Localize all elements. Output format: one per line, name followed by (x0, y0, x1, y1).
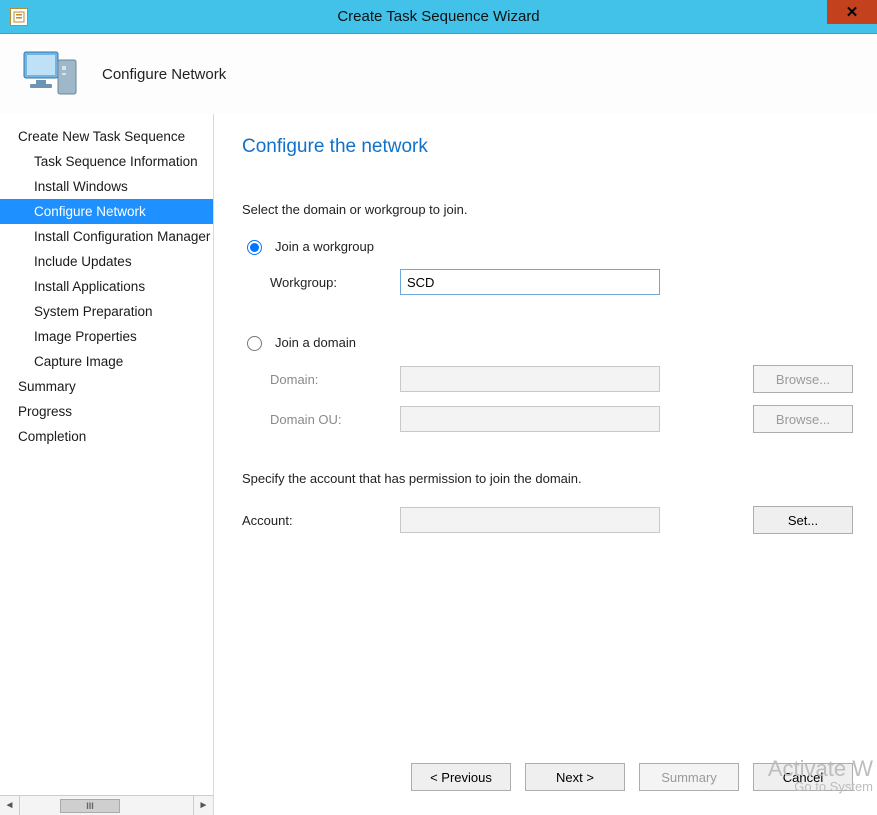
wizard-icon (22, 48, 80, 100)
domain-input (400, 366, 660, 392)
domain-field-row: Domain: Browse... (270, 365, 853, 393)
workgroup-input[interactable] (400, 269, 660, 295)
nav-item-summary[interactable]: Summary (0, 374, 213, 399)
scroll-track[interactable]: III (20, 796, 193, 815)
join-domain-label: Join a domain (275, 335, 356, 350)
account-instruction: Specify the account that has permission … (242, 471, 853, 486)
close-icon: ✕ (846, 3, 859, 21)
domain-label: Domain: (270, 372, 390, 387)
nav-item-progress[interactable]: Progress (0, 399, 213, 424)
cancel-button[interactable]: Cancel (753, 763, 853, 791)
join-domain-row: Join a domain (242, 333, 853, 351)
account-set-button[interactable]: Set... (753, 506, 853, 534)
wizard-header: Configure Network (0, 34, 877, 114)
nav-item-create-new-task-sequence[interactable]: Create New Task Sequence (0, 124, 213, 149)
nav-item-include-updates[interactable]: Include Updates (0, 249, 213, 274)
domain-ou-browse-button: Browse... (753, 405, 853, 433)
summary-button: Summary (639, 763, 739, 791)
next-button[interactable]: Next > (525, 763, 625, 791)
window-title: Create Task Sequence Wizard (0, 8, 877, 25)
join-domain-radio[interactable] (247, 336, 262, 351)
domain-ou-label: Domain OU: (270, 412, 390, 427)
nav-item-capture-image[interactable]: Capture Image (0, 349, 213, 374)
nav-item-completion[interactable]: Completion (0, 424, 213, 449)
account-input (400, 507, 660, 533)
nav-item-install-applications[interactable]: Install Applications (0, 274, 213, 299)
scroll-left-button[interactable]: ◄ (0, 796, 20, 815)
domain-ou-field-row: Domain OU: Browse... (270, 405, 853, 433)
wizard-footer: < Previous Next > Summary Cancel (242, 745, 853, 815)
wizard-content: Configure the network Select the domain … (214, 114, 877, 815)
nav-item-image-properties[interactable]: Image Properties (0, 324, 213, 349)
previous-button[interactable]: < Previous (411, 763, 511, 791)
instruction-text: Select the domain or workgroup to join. (242, 202, 853, 217)
account-label: Account: (242, 513, 390, 528)
scroll-right-button[interactable]: ► (193, 796, 213, 815)
nav-item-task-sequence-information[interactable]: Task Sequence Information (0, 149, 213, 174)
workgroup-field-row: Workgroup: (270, 269, 853, 295)
domain-ou-input (400, 406, 660, 432)
nav-item-install-windows[interactable]: Install Windows (0, 174, 213, 199)
nav-item-configure-network[interactable]: Configure Network (0, 199, 213, 224)
sidebar-scrollbar[interactable]: ◄ III ► (0, 795, 213, 815)
titlebar: Create Task Sequence Wizard ✕ (0, 0, 877, 34)
wizard-body: Create New Task SequenceTask Sequence In… (0, 114, 877, 815)
join-workgroup-radio[interactable] (247, 240, 262, 255)
nav-item-install-configuration-manager[interactable]: Install Configuration Manager (0, 224, 213, 249)
domain-browse-button: Browse... (753, 365, 853, 393)
wizard-step-title: Configure Network (102, 66, 226, 83)
account-field-row: Account: Set... (242, 506, 853, 534)
join-workgroup-label: Join a workgroup (275, 239, 374, 254)
join-workgroup-row: Join a workgroup (242, 237, 853, 255)
close-button[interactable]: ✕ (827, 0, 877, 24)
wizard-nav: Create New Task SequenceTask Sequence In… (0, 124, 213, 795)
workgroup-label: Workgroup: (270, 275, 390, 290)
scroll-thumb[interactable]: III (60, 799, 120, 813)
page-heading: Configure the network (242, 136, 853, 158)
nav-item-system-preparation[interactable]: System Preparation (0, 299, 213, 324)
app-icon (10, 8, 28, 26)
wizard-sidebar: Create New Task SequenceTask Sequence In… (0, 114, 214, 815)
